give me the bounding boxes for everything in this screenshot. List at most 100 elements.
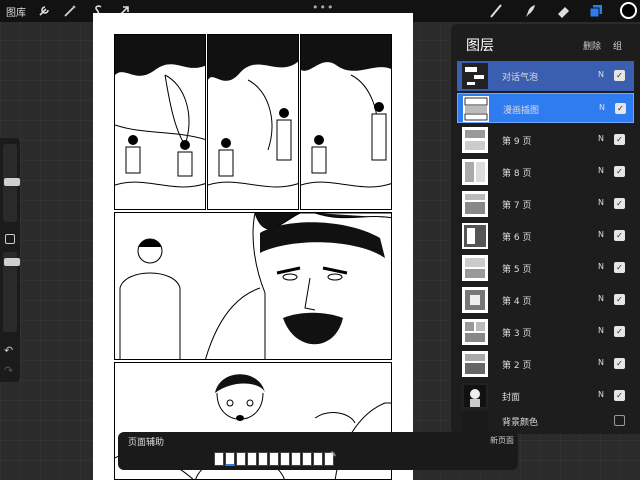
layers-panel-title: 图层 [466,38,494,54]
layer-name: 对话气泡 [502,73,539,83]
blend-mode-button[interactable]: N [598,358,604,367]
blend-mode-button[interactable]: N [598,70,604,79]
layer-visibility-checkbox[interactable]: ✓ [614,198,625,209]
page-thumbnail[interactable] [258,452,268,466]
page-thumbnail[interactable] [302,452,312,466]
layer-visibility-checkbox[interactable]: ✓ [614,262,625,273]
brush-icon[interactable] [488,3,504,19]
layer-thumbnail [462,223,488,249]
layer-name: 第 7 页 [502,201,532,211]
comic-panel-4-art [119,213,391,359]
brush-size-thumb[interactable] [4,178,20,186]
layer-row-page-9[interactable]: 第 9 页 N ✓ [457,125,634,155]
comic-panel-3 [300,34,392,210]
blend-mode-button[interactable]: N [599,103,605,112]
comic-panel-4 [114,212,392,360]
layer-row-page-2[interactable]: 第 2 页 N ✓ [457,349,634,379]
blend-mode-button[interactable]: N [598,166,604,175]
color-picker-button[interactable] [620,2,637,19]
gallery-button[interactable]: 图库 [6,4,26,19]
layer-visibility-checkbox[interactable]: ✓ [614,326,625,337]
comic-panel-1 [114,34,206,210]
delete-layer-button[interactable]: 删除 [583,39,601,52]
blend-mode-button[interactable]: N [598,294,604,303]
layer-thumbnail [462,127,488,153]
modify-button[interactable] [5,234,15,244]
page-thumbnail[interactable] [225,452,235,466]
layer-row-page-4[interactable]: 第 4 页 N ✓ [457,285,634,315]
page-thumbnail[interactable] [214,452,224,466]
comic-panel-2-art [208,35,298,188]
layer-thumbnail [462,191,488,217]
comic-panel-3-art [301,35,391,188]
layers-panel: 图层 删除 组 对话气泡 N ✓ 漫画插图 N ✓ 第 9 页 N ✓ 第 8 … [451,24,640,434]
page-thumbnail[interactable] [313,452,323,466]
page-thumbnail[interactable] [247,452,257,466]
left-sidebar: ↶ ↷ [0,138,20,382]
layer-thumbnail [462,351,488,377]
layer-thumbnail [462,255,488,281]
layer-visibility-checkbox[interactable]: ✓ [614,230,625,241]
layer-row-page-5[interactable]: 第 5 页 N ✓ [457,253,634,283]
group-layers-button[interactable]: 组 [613,39,622,52]
layer-visibility-checkbox[interactable]: ✓ [614,166,625,177]
layer-visibility-checkbox[interactable]: ✓ [614,390,625,401]
page-thumbnail[interactable] [291,452,301,466]
page-thumbnail[interactable] [269,452,279,466]
eraser-icon[interactable] [556,3,572,19]
comic-panel-1-art [115,35,205,188]
layer-thumbnail [462,383,488,409]
layer-thumbnail [462,159,488,185]
page-assist-bar: 页面辅助 新页面 ✎ [118,432,518,470]
brush-size-slider[interactable] [3,144,20,222]
undo-icon[interactable]: ↶ [4,344,13,357]
comic-canvas[interactable] [93,13,413,480]
wrench-icon[interactable] [36,3,52,19]
page-assist-title: 页面辅助 [128,438,165,448]
layers-icon[interactable] [588,3,604,19]
layer-thumbnail [462,63,488,89]
blend-mode-button[interactable]: N [598,198,604,207]
opacity-thumb[interactable] [4,258,20,266]
layer-thumbnail [462,319,488,345]
layer-row-speech-bubbles[interactable]: 对话气泡 N ✓ [457,61,634,91]
blend-mode-button[interactable]: N [598,230,604,239]
layer-row-page-7[interactable]: 第 7 页 N ✓ [457,189,634,219]
layer-visibility-checkbox[interactable] [614,415,625,426]
page-thumbnail[interactable] [280,452,290,466]
blend-mode-button[interactable]: N [598,326,604,335]
layer-row-background-color[interactable]: 背景颜色 [457,410,634,432]
magic-wand-icon[interactable] [62,3,78,19]
layer-visibility-checkbox[interactable]: ✓ [614,70,625,81]
layer-name: 第 2 页 [502,361,532,371]
comic-panel-2 [207,34,299,210]
layer-name: 第 6 页 [502,233,532,243]
layer-visibility-checkbox[interactable]: ✓ [614,294,625,305]
layer-row-cover[interactable]: 封面 N ✓ [457,381,634,411]
layer-visibility-checkbox[interactable]: ✓ [615,103,626,114]
layer-name: 漫画插图 [503,106,540,116]
layer-name: 第 5 页 [502,265,532,275]
opacity-slider[interactable] [3,252,20,332]
page-thumbnail-strip[interactable] [214,452,338,466]
blend-mode-button[interactable]: N [598,134,604,143]
layer-visibility-checkbox[interactable]: ✓ [614,358,625,369]
layer-name: 背景颜色 [502,418,539,428]
page-strip-more-icon[interactable]: ✎ [330,450,337,459]
layer-visibility-checkbox[interactable]: ✓ [614,134,625,145]
layer-name: 封面 [502,393,521,403]
redo-icon[interactable]: ↷ [4,364,13,377]
layer-name: 第 8 页 [502,169,532,179]
new-page-button[interactable]: 新页面 [490,435,514,446]
layer-name: 第 9 页 [502,137,532,147]
layer-row-page-6[interactable]: 第 6 页 N ✓ [457,221,634,251]
layer-row-page-8[interactable]: 第 8 页 N ✓ [457,157,634,187]
layer-name: 第 4 页 [502,297,532,307]
layer-thumbnail [463,96,489,122]
layer-row-comic-illustration[interactable]: 漫画插图 N ✓ [457,93,634,123]
page-thumbnail[interactable] [236,452,246,466]
layer-row-page-3[interactable]: 第 3 页 N ✓ [457,317,634,347]
blend-mode-button[interactable]: N [598,262,604,271]
blend-mode-button[interactable]: N [598,390,604,399]
smudge-icon[interactable] [522,3,538,19]
